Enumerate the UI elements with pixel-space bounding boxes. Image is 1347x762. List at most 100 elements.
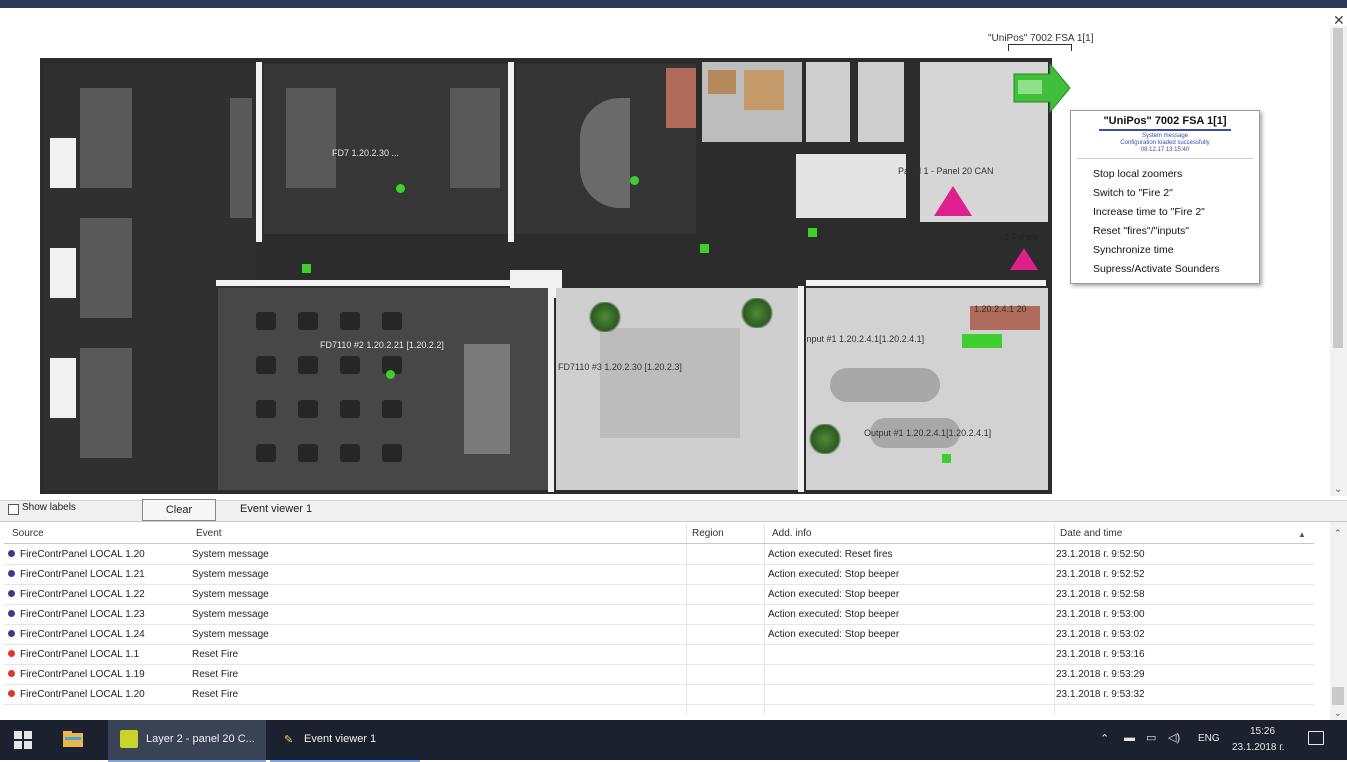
alarm-indicator[interactable] xyxy=(1010,248,1038,270)
cell-datetime: 23.1.2018 г. 9:53:29 xyxy=(1056,669,1145,680)
status-dot xyxy=(8,590,15,597)
windows-taskbar: Layer 2 - panel 20 C... ✎ Event viewer 1… xyxy=(0,720,1347,762)
context-menu-subtitle: Configuration loaded successfully xyxy=(1120,140,1210,146)
title-underline xyxy=(1099,129,1231,131)
pin-icon: ✎ xyxy=(284,734,294,746)
menu-item-switch-to-fire-2[interactable]: Switch to "Fire 2" xyxy=(1093,187,1173,199)
volume-icon[interactable]: ◁) xyxy=(1168,731,1180,744)
status-dot xyxy=(8,630,15,637)
panel-bracket xyxy=(1008,44,1072,51)
table-row[interactable]: FireContrPanel LOCAL 1.19 Reset Fire 23.… xyxy=(4,665,1314,685)
cell-event: System message xyxy=(192,609,269,620)
cell-datetime: 23.1.2018 г. 9:53:16 xyxy=(1056,649,1145,660)
table-row[interactable]: FireContrPanel LOCAL 1.20 System message… xyxy=(4,545,1314,565)
device-label: FD7110 #3 1.20.2.30 [1.20.2.3] xyxy=(558,362,682,372)
panel-label: "UniPos" 7002 FSA 1[1] xyxy=(988,33,1094,44)
window-top-border xyxy=(0,0,1347,8)
device-label: FD7110 #2 1.20.2.21 [1.20.2.2] xyxy=(320,340,444,350)
table-row[interactable]: FireContrPanel LOCAL 1.24 System message… xyxy=(4,625,1314,645)
cell-source: FireContrPanel LOCAL 1.19 xyxy=(20,669,145,680)
network-icon[interactable]: ▭ xyxy=(1146,731,1156,744)
status-dot xyxy=(8,610,15,617)
cell-source: FireContrPanel LOCAL 1.20 xyxy=(20,549,145,560)
map-scrollbar-thumb[interactable] xyxy=(1333,28,1343,348)
cell-info: Action executed: Stop beeper xyxy=(768,589,900,600)
status-dot xyxy=(8,670,15,677)
cell-datetime: 23.1.2018 г. 9:52:52 xyxy=(1056,569,1145,580)
table-row[interactable]: FireContrPanel LOCAL 1.23 System message… xyxy=(4,605,1314,625)
map-scrollbar[interactable] xyxy=(1330,26,1347,496)
clock-time[interactable]: 15:26 xyxy=(1250,726,1275,737)
column-header-region[interactable]: Region xyxy=(692,528,724,539)
menu-item-reset-fires-inputs[interactable]: Reset "fires"/"inputs" xyxy=(1093,225,1189,237)
table-row[interactable]: FireContrPanel LOCAL 1.1 Reset Fire 23.1… xyxy=(4,645,1314,665)
cell-event: System message xyxy=(192,629,269,640)
cell-event: Reset Fire xyxy=(192,669,239,680)
cell-source: FireContrPanel LOCAL 1.20 xyxy=(20,689,145,700)
device-label: 1.20.2.4.1 20 xyxy=(974,304,1027,314)
table-scrollbar-thumb[interactable] xyxy=(1332,687,1344,705)
menu-item-stop-local-zoomers[interactable]: Stop local zoomers xyxy=(1093,168,1182,180)
clock-date[interactable]: 23.1.2018 г. xyxy=(1232,742,1284,753)
status-dot xyxy=(8,650,15,657)
cell-source: FireContrPanel LOCAL 1.24 xyxy=(20,629,145,640)
language-indicator[interactable]: ENG xyxy=(1198,733,1220,744)
cell-source: FireContrPanel LOCAL 1.22 xyxy=(20,589,145,600)
context-menu-subtitle: 08.12.17 13:15:40 xyxy=(1140,147,1190,153)
cell-datetime: 23.1.2018 г. 9:53:02 xyxy=(1056,629,1145,640)
cell-info: Action executed: Stop beeper xyxy=(768,569,900,580)
table-row[interactable]: FireContrPanel LOCAL 1.21 System message… xyxy=(4,565,1314,585)
table-scrollbar[interactable] xyxy=(1330,522,1347,720)
taskbar-app-event-viewer[interactable]: ✎ Event viewer 1 xyxy=(270,720,420,762)
cell-event: Reset Fire xyxy=(192,689,239,700)
device-label: Input #1 1.20.2.4.1[1.20.2.4.1] xyxy=(804,334,925,344)
taskbar-app-label: Event viewer 1 xyxy=(304,733,377,745)
floorplan-image: FD7 1.20.2.30 ... Input #1 1.20.2.4.1[1.… xyxy=(40,58,1052,494)
column-header-source[interactable]: Source xyxy=(12,528,44,539)
divider xyxy=(1077,158,1253,159)
battery-icon[interactable]: ▬ xyxy=(1124,732,1135,744)
event-toolbar: Show labels Clear Event viewer 1 xyxy=(0,499,1347,521)
chevron-up-icon[interactable]: ⌃ xyxy=(1334,528,1342,539)
context-menu: "UniPos" 7002 FSA 1[1] System message Co… xyxy=(1070,110,1260,284)
event-viewer-title: Event viewer 1 xyxy=(240,503,313,515)
chevron-down-icon[interactable]: ⌄ xyxy=(1334,708,1342,719)
status-dot xyxy=(8,550,15,557)
app-icon xyxy=(120,730,138,748)
show-labels-checkbox[interactable] xyxy=(8,504,19,515)
cell-info: Action executed: Reset fires xyxy=(768,549,893,560)
windows-start-icon[interactable] xyxy=(14,731,32,749)
show-labels-label: Show labels xyxy=(22,502,76,513)
cell-info: Action executed: Stop beeper xyxy=(768,629,900,640)
column-header-event[interactable]: Event xyxy=(196,528,222,539)
cell-info: Action executed: Stop beeper xyxy=(768,609,900,620)
cell-event: System message xyxy=(192,549,269,560)
menu-item-increase-time[interactable]: Increase time to "Fire 2" xyxy=(1093,206,1205,218)
device-label: Output #1 1.20.2.4.1[1.20.2.4.1] xyxy=(864,428,992,438)
cell-event: Reset Fire xyxy=(192,649,239,660)
cell-datetime: 23.1.2018 г. 9:53:00 xyxy=(1056,609,1145,620)
taskbar-app-layer-2[interactable]: Layer 2 - panel 20 C... xyxy=(108,720,266,762)
menu-item-suppress-sounders[interactable]: Supress/Activate Sounders xyxy=(1093,263,1220,275)
clear-button[interactable]: Clear xyxy=(142,499,216,521)
menu-item-synchronize-time[interactable]: Synchronize time xyxy=(1093,244,1174,256)
device-label: FD7 1.20.2.30 ... xyxy=(332,148,400,158)
status-dot xyxy=(8,570,15,577)
table-row[interactable]: FireContrPanel LOCAL 1.22 System message… xyxy=(4,585,1314,605)
cell-event: System message xyxy=(192,569,269,580)
table-row[interactable]: FireContrPanel LOCAL 1.20 Reset Fire 23.… xyxy=(4,685,1314,705)
chevron-up-icon[interactable]: ⌃ xyxy=(1100,732,1109,745)
column-header-date-time[interactable]: Date and time xyxy=(1060,528,1122,539)
alarm-indicator[interactable] xyxy=(934,186,972,216)
notification-icon[interactable] xyxy=(1308,731,1324,745)
column-header-add-info[interactable]: Add. info xyxy=(772,528,811,539)
context-menu-subtitle: System message xyxy=(1141,133,1189,139)
device-label: Panel 1 - Panel 20 CAN xyxy=(898,166,994,176)
chevron-down-icon[interactable]: ⌄ xyxy=(1334,484,1342,495)
file-explorer-icon[interactable] xyxy=(62,730,84,748)
cell-datetime: 23.1.2018 г. 9:52:50 xyxy=(1056,549,1145,560)
cell-source: FireContrPanel LOCAL 1.21 xyxy=(20,569,145,580)
fire-panel-icon[interactable] xyxy=(1010,62,1072,116)
cell-datetime: 23.1.2018 г. 9:53:32 xyxy=(1056,689,1145,700)
status-dot xyxy=(8,690,15,697)
